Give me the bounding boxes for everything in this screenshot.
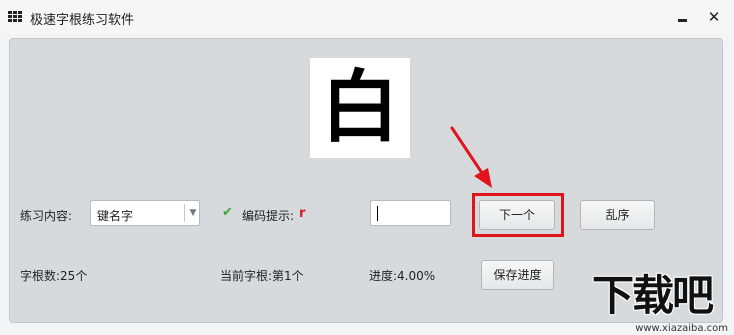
chevron-down-icon[interactable]: ▼ (187, 205, 199, 221)
content-select-value: 键名字 (97, 209, 134, 223)
shuffle-button[interactable]: 乱序 (580, 200, 655, 230)
progress-text: 进度:4.00% (369, 269, 436, 283)
hint-value: r (299, 206, 306, 221)
title-bar: 极速字根练习软件 ✕ (0, 0, 734, 34)
character-display: 白 (310, 58, 410, 158)
watermark-logo: 下载吧 (592, 271, 714, 320)
text-caret (377, 206, 378, 221)
answer-input[interactable] (370, 200, 451, 226)
root-count: 字根数:25个 (20, 269, 88, 283)
combo-divider (184, 204, 185, 222)
content-label: 练习内容: (20, 209, 73, 223)
current-character: 白 (320, 62, 399, 153)
hint-label[interactable]: 编码提示: (242, 207, 294, 224)
close-icon[interactable]: ✕ (703, 6, 725, 28)
window-title: 极速字根练习软件 (30, 13, 135, 28)
red-arrow-annotation (450, 126, 492, 188)
highlight-box-annotation (472, 193, 564, 237)
content-select[interactable]: 键名字 ▼ (90, 200, 200, 226)
watermark-url: www.xiazaiba.com (635, 323, 728, 334)
minimize-icon[interactable] (672, 6, 694, 28)
current-root: 当前字根:第1个 (220, 269, 304, 283)
checkmark-icon[interactable]: ✔ (222, 205, 233, 220)
site-watermark: 下载吧 www.xiazaiba.com (590, 272, 734, 335)
grid-icon[interactable] (8, 11, 22, 23)
save-progress-button[interactable]: 保存进度 (481, 260, 554, 290)
